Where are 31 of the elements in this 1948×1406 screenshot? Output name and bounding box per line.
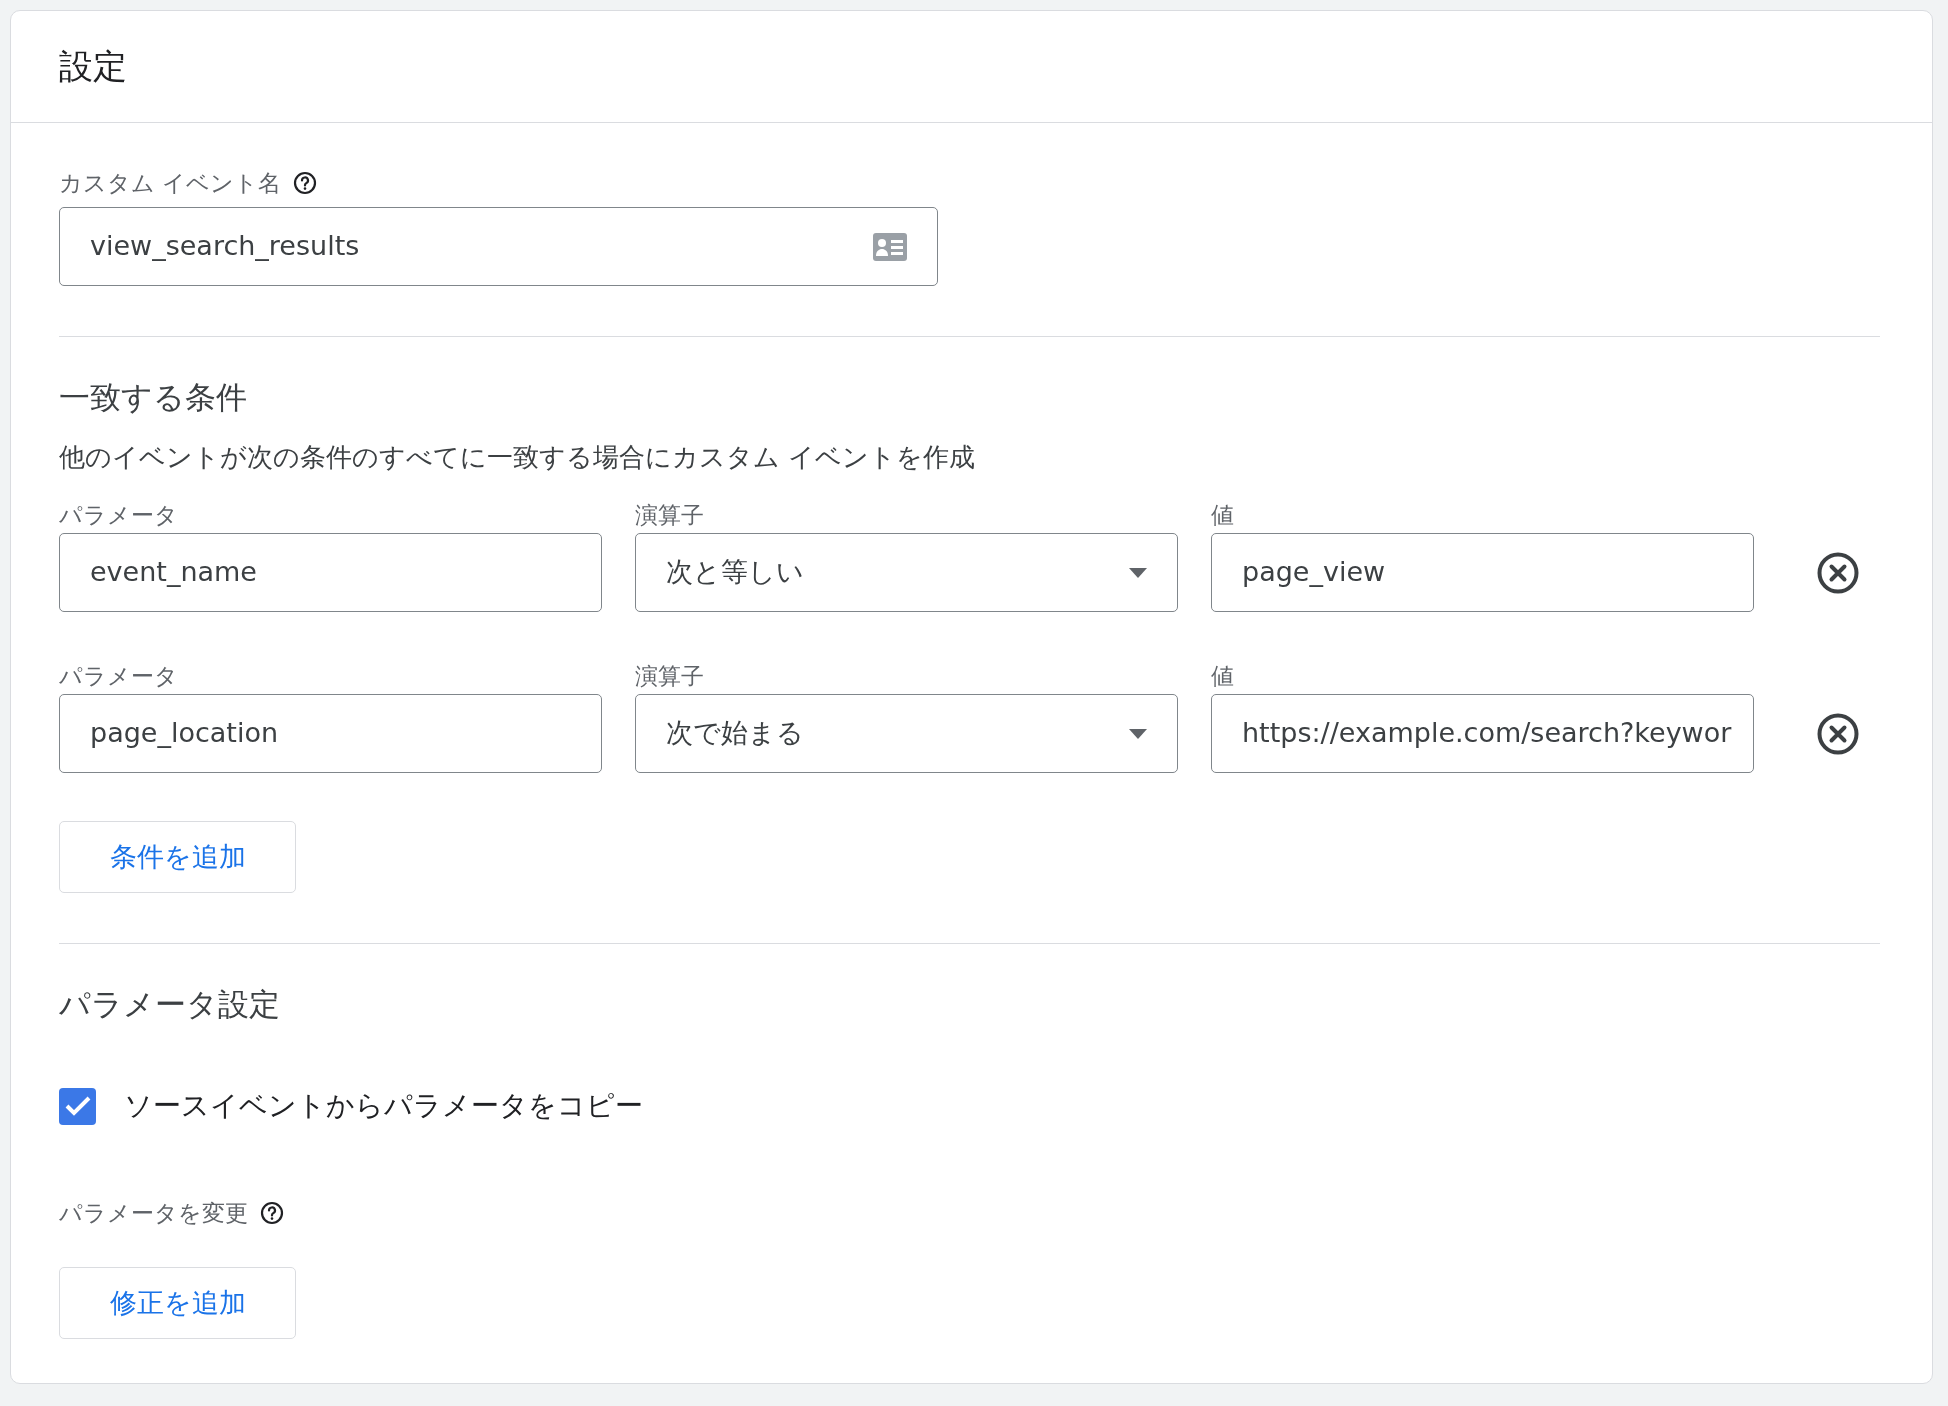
input-field[interactable]: page_location xyxy=(59,694,602,774)
field-label: 値 xyxy=(1211,661,1234,691)
checkbox[interactable] xyxy=(59,1087,96,1125)
description-text: 他のイベントが次の条件のすべてに一致する場合にカスタム イベントを作成 xyxy=(59,441,977,475)
checkmark-icon xyxy=(64,1096,91,1117)
section-heading: パラメータ設定 xyxy=(59,986,281,1024)
input-field[interactable]: page_view xyxy=(1211,533,1754,613)
caret-icon xyxy=(1129,567,1147,578)
section-heading: 一致する条件 xyxy=(59,379,248,417)
help-icon[interactable] xyxy=(260,1201,284,1226)
add-modification-button[interactable]: 修正を追加 xyxy=(59,1267,296,1340)
checkbox-label[interactable]: ソースイベントからパラメータをコピー xyxy=(124,1085,643,1128)
remove-icon[interactable] xyxy=(1817,712,1859,755)
input-field[interactable]: view_search_results xyxy=(59,207,938,286)
field-label: パラメータを変更 xyxy=(59,1199,248,1229)
field-label: 演算子 xyxy=(635,500,704,530)
help-icon[interactable] xyxy=(293,171,318,195)
field-label: パラメータ xyxy=(59,661,178,691)
remove-icon[interactable] xyxy=(1817,551,1859,594)
contact-card-icon[interactable] xyxy=(873,232,907,261)
field-label: カスタム イベント名 xyxy=(59,168,282,198)
field-label: 値 xyxy=(1211,500,1234,530)
field-label: 演算子 xyxy=(635,661,704,691)
add-condition-button[interactable]: 条件を追加 xyxy=(59,821,296,894)
operator-dropdown[interactable]: 次と等しい xyxy=(635,533,1178,613)
section-title: 設定 xyxy=(59,46,127,87)
operator-dropdown[interactable]: 次で始まる xyxy=(635,694,1178,774)
field-label: パラメータ xyxy=(59,500,178,530)
caret-icon xyxy=(1129,728,1147,739)
input-field[interactable]: event_name xyxy=(59,533,602,613)
input-field[interactable]: https://example.com/search?keywor xyxy=(1211,694,1754,774)
